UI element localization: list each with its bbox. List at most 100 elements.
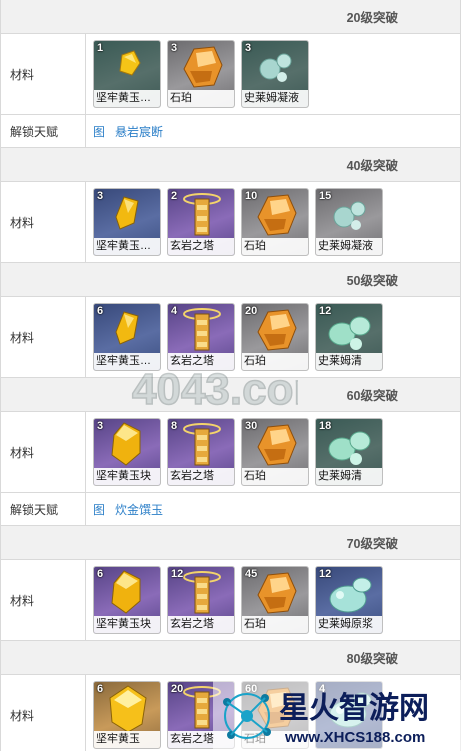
- talent-name-link[interactable]: 炊金馔玉: [115, 501, 163, 518]
- material-name: 坚牢黄玉…: [94, 90, 160, 107]
- material-item[interactable]: 18 史莱姆清: [315, 418, 383, 486]
- material-quantity: 3: [97, 190, 104, 202]
- material-name: 玄岩之塔: [168, 468, 234, 485]
- site-watermark-xinghuo: 星火智游网 www.XHCS188.com: [213, 680, 461, 751]
- section-header: 20级突破: [1, 0, 460, 34]
- material-quantity: 3: [171, 42, 178, 54]
- materials-list: 3 坚牢黄玉… 2 玄岩之塔 10 石珀 15 史莱姆凝液: [86, 182, 460, 262]
- materials-list: 6 坚牢黄玉块 12 玄岩之塔 45 石珀 12 史莱姆原浆: [86, 560, 460, 640]
- material-item[interactable]: 6 坚牢黄玉: [93, 681, 161, 749]
- material-name: 石珀: [242, 238, 308, 255]
- materials-label: 材料: [1, 182, 86, 262]
- section-header: 80级突破: [1, 641, 460, 675]
- material-quantity: 45: [245, 568, 258, 580]
- material-quantity: 2: [171, 190, 178, 202]
- material-quantity: 20: [245, 305, 258, 317]
- material-quantity: 18: [319, 420, 332, 432]
- materials-label: 材料: [1, 297, 86, 377]
- gem-chunk-icon: [111, 570, 141, 614]
- talent-image-link[interactable]: 图: [93, 501, 105, 518]
- basalt-tower-icon: [183, 308, 221, 351]
- material-quantity: 12: [319, 568, 332, 580]
- material-name: 石珀: [242, 616, 308, 633]
- material-name: 石珀: [168, 90, 234, 107]
- material-quantity: 6: [97, 568, 104, 580]
- material-quantity: 12: [319, 305, 332, 317]
- gem-fragment-icon: [115, 196, 139, 230]
- material-item[interactable]: 10 石珀: [241, 188, 309, 256]
- amber-stone-icon: [183, 46, 223, 88]
- material-item[interactable]: 8 玄岩之塔: [167, 418, 235, 486]
- material-name: 坚牢黄玉块: [94, 468, 160, 485]
- materials-row: 材料 3 坚牢黄玉… 2 玄岩之塔 10 石珀 15 史莱姆凝液: [1, 182, 460, 263]
- materials-row: 材料 6 坚牢黄玉块 12 玄岩之塔 45 石珀 12 史莱姆原浆: [1, 560, 460, 641]
- talent-content: 图炊金馔玉: [86, 493, 460, 525]
- talent-name-link[interactable]: 悬岩宸断: [115, 123, 163, 140]
- materials-row: 材料 3 坚牢黄玉块 8 玄岩之塔 30 石珀 18 史莱姆清: [1, 412, 460, 493]
- materials-label: 材料: [1, 560, 86, 640]
- material-name: 史莱姆凝液: [316, 238, 382, 255]
- materials-label: 材料: [1, 675, 86, 751]
- material-quantity: 30: [245, 420, 258, 432]
- material-name: 石珀: [242, 468, 308, 485]
- talent-content: 图悬岩宸断: [86, 115, 460, 147]
- material-item[interactable]: 1 坚牢黄玉…: [93, 40, 161, 108]
- material-quantity: 6: [97, 683, 104, 695]
- material-name: 史莱姆清: [316, 468, 382, 485]
- material-name: 史莱姆凝液: [242, 90, 308, 107]
- section-header: 70级突破: [1, 526, 460, 560]
- section-header: 40级突破: [1, 148, 460, 182]
- material-item[interactable]: 3 史莱姆凝液: [241, 40, 309, 108]
- materials-row: 材料 1 坚牢黄玉… 3 石珀 3 史莱姆凝液: [1, 34, 460, 115]
- material-item[interactable]: 30 石珀: [241, 418, 309, 486]
- gem-fragment-icon: [115, 311, 139, 345]
- material-name: 坚牢黄玉: [94, 731, 160, 748]
- material-quantity: 12: [171, 568, 184, 580]
- material-item[interactable]: 2 玄岩之塔: [167, 188, 235, 256]
- material-name: 坚牢黄玉块: [94, 616, 160, 633]
- material-item[interactable]: 3 坚牢黄玉块: [93, 418, 161, 486]
- material-quantity: 20: [171, 683, 184, 695]
- watermark-title: 星火智游网: [279, 691, 429, 726]
- watermark-url: www.XHCS188.com: [284, 729, 425, 746]
- gem-chunk-icon: [111, 422, 141, 466]
- materials-list: 3 坚牢黄玉块 8 玄岩之塔 30 石珀 18 史莱姆清: [86, 412, 460, 492]
- material-quantity: 10: [245, 190, 258, 202]
- site-watermark-4043: 4043.com: [131, 364, 298, 414]
- material-item[interactable]: 6 坚牢黄玉块: [93, 566, 161, 634]
- talent-label: 解锁天赋: [1, 493, 86, 525]
- materials-list: 1 坚牢黄玉… 3 石珀 3 史莱姆凝液: [86, 34, 460, 114]
- material-item[interactable]: 12 玄岩之塔: [167, 566, 235, 634]
- materials-label: 材料: [1, 34, 86, 114]
- basalt-tower-icon: [183, 423, 221, 466]
- materials-label: 材料: [1, 412, 86, 492]
- material-item[interactable]: 15 史莱姆凝液: [315, 188, 383, 256]
- section-header: 50级突破: [1, 263, 460, 297]
- talent-label: 解锁天赋: [1, 115, 86, 147]
- gem-icon: [109, 685, 147, 733]
- material-quantity: 3: [245, 42, 252, 54]
- material-item[interactable]: 12 史莱姆原浆: [315, 566, 383, 634]
- slime-condensate-icon: [259, 53, 292, 82]
- material-name: 玄岩之塔: [168, 238, 234, 255]
- talent-row: 解锁天赋图炊金馔玉: [1, 493, 460, 526]
- material-item[interactable]: 12 史莱姆清: [315, 303, 383, 371]
- material-name: 史莱姆清: [316, 353, 382, 370]
- material-quantity: 1: [97, 42, 104, 54]
- material-quantity: 3: [97, 420, 104, 432]
- talent-image-link[interactable]: 图: [93, 123, 105, 140]
- material-item[interactable]: 3 石珀: [167, 40, 235, 108]
- basalt-tower-icon: [183, 193, 221, 236]
- material-name: 玄岩之塔: [168, 616, 234, 633]
- talent-row: 解锁天赋图悬岩宸断: [1, 115, 460, 148]
- material-quantity: 15: [319, 190, 332, 202]
- gem-shard-icon: [119, 50, 141, 76]
- material-name: 史莱姆原浆: [316, 616, 382, 633]
- material-quantity: 6: [97, 305, 104, 317]
- material-quantity: 8: [171, 420, 178, 432]
- material-item[interactable]: 3 坚牢黄玉…: [93, 188, 161, 256]
- watermark-text: 4043.com: [132, 365, 298, 414]
- material-name: 坚牢黄玉…: [94, 238, 160, 255]
- material-item[interactable]: 45 石珀: [241, 566, 309, 634]
- material-quantity: 4: [171, 305, 178, 317]
